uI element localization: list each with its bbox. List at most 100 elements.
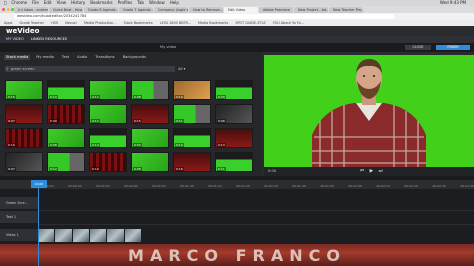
media-thumbnail[interactable]: 0:12 (47, 152, 85, 172)
breadcrumb-resources[interactable]: LINKED RESOURCES (31, 37, 67, 41)
track-divider (38, 210, 474, 211)
video-clip[interactable] (38, 229, 141, 242)
media-thumbnail[interactable]: 0:20 (215, 80, 253, 100)
timeline-tick: 00:00:50 (152, 184, 166, 188)
close-button[interactable]: CLOSE (405, 45, 431, 50)
media-thumbnail[interactable]: 0:08 (47, 128, 85, 148)
video-preview[interactable] (264, 55, 474, 167)
playhead-line (38, 188, 39, 266)
timeline-ticks: 00:00:1000:00:2000:00:3000:00:4000:00:50… (40, 184, 474, 188)
thumbnail-duration: 0:14 (91, 143, 100, 147)
thumbnail-duration: 0:15 (7, 95, 16, 99)
thumbnail-duration: 0:08 (133, 95, 142, 99)
media-thumbnail[interactable]: 0:16 (173, 152, 211, 172)
tab-text[interactable]: Text (60, 55, 71, 60)
timeline-tick: 00:00:30 (96, 184, 110, 188)
media-thumbnail[interactable]: 0:12 (89, 104, 127, 124)
thumbnail-duration: 0:12 (49, 167, 58, 171)
search-icon: ⚲ (6, 67, 9, 71)
thumbnail-duration: 0:10 (7, 143, 16, 147)
bookmark[interactable]: HSS (51, 21, 58, 25)
thumbnail-duration: 0:12 (91, 95, 100, 99)
thumbnail-duration: 0:11 (217, 167, 226, 171)
media-thumbnail[interactable]: 0:10 (173, 128, 211, 148)
thumbnail-duration: 0:07 (7, 119, 16, 123)
timeline-tick: 00:00:20 (68, 184, 82, 188)
timeline-tick: 00:01:40 (292, 184, 306, 188)
thumbnail-duration: 0:10 (175, 143, 184, 147)
track-header[interactable]: Green Scre... (0, 197, 38, 210)
media-thumbnail[interactable]: 0:09 (131, 128, 169, 148)
media-filter-select[interactable]: All ▾ (178, 66, 185, 72)
bookmark[interactable]: LESS 1600 BEER... (160, 21, 191, 25)
media-thumbnail[interactable]: 0:11 (173, 104, 211, 124)
bookmark[interactable]: YOU About Yo Fo... (273, 21, 304, 25)
thumbnail-duration: 0:12 (91, 119, 100, 123)
close-window-icon[interactable] (2, 8, 5, 11)
tab-transitions[interactable]: Transitions (93, 55, 116, 60)
bookmark[interactable]: Slack Bookmarks (124, 21, 153, 25)
bookmark[interactable]: SPOT GUIDE-STLE (235, 21, 265, 25)
browser-tabstrip: (n) Inbox - andrewco... Quick Beat - How… (0, 6, 474, 13)
media-thumbnail[interactable]: 0:15 (5, 80, 43, 100)
zoom-window-icon[interactable] (11, 8, 14, 11)
media-thumbnail[interactable]: 0:07 (5, 104, 43, 124)
filter-label: All (178, 67, 183, 71)
breadcrumb: MY VIDEO LINKED RESOURCES (6, 37, 67, 42)
chevron-down-icon: ▾ (183, 67, 186, 71)
media-thumbnail[interactable]: 0:10 (173, 80, 211, 100)
breadcrumb-my-video[interactable]: MY VIDEO (6, 37, 24, 41)
media-thumbnail[interactable]: 0:10 (47, 80, 85, 100)
thumbnail-duration: 0:11 (175, 119, 184, 123)
media-thumbnail[interactable]: 0:14 (89, 128, 127, 148)
timeline-tick: 00:02:00 (348, 184, 362, 188)
media-thumbnail[interactable]: 0:10 (5, 128, 43, 148)
media-thumbnail[interactable]: 0:09 (47, 104, 85, 124)
media-thumbnail[interactable]: 0:12 (89, 80, 127, 100)
media-thumbnail[interactable]: 0:07 (5, 152, 43, 172)
thumbnail-duration: 0:09 (133, 143, 142, 147)
bookmark[interactable]: Media Bookmarks (198, 21, 228, 25)
track-header[interactable]: Text 1 (0, 211, 38, 224)
media-tabs: Stock media My media Text Audio Transiti… (4, 55, 148, 60)
media-thumbnail[interactable]: 0:13 (215, 128, 253, 148)
bookmark[interactable]: Media Production... (84, 21, 117, 25)
bookmark[interactable]: Apps (4, 21, 12, 25)
media-thumbnail[interactable]: 0:08 (131, 80, 169, 100)
media-search-input[interactable]: green screen (5, 66, 175, 72)
tab-stock-media[interactable]: Stock media (4, 55, 31, 60)
finish-button[interactable]: FINISH (436, 45, 470, 50)
url-field[interactable]: wevideo.com/hub#editor/2034241784 (14, 14, 394, 19)
track-header[interactable]: Video 1 (0, 229, 38, 242)
media-thumbnail[interactable]: 0:11 (215, 152, 253, 172)
media-thumbnail[interactable]: 0:06 (215, 104, 253, 124)
media-grid: 0:15 0:10 0:12 0:08 0:10 0:20 0:07 0:09 0:12 0:15… (5, 80, 260, 172)
app-header (0, 26, 474, 36)
play-controls[interactable]: ⏮ ▶ ⏭ (360, 168, 385, 175)
timeline-tick: 00:02:20 (404, 184, 418, 188)
timeline-tick: 00:01:20 (236, 184, 250, 188)
address-bar: wevideo.com/hub#editor/2034241784 (0, 13, 474, 20)
tab-audio[interactable]: Audio (75, 55, 89, 60)
minimize-window-icon[interactable] (6, 8, 10, 11)
thumbnail-duration: 0:16 (175, 167, 184, 171)
timeline-tick: 00:02:30 (432, 184, 446, 188)
playhead[interactable]: 00:00 (31, 180, 47, 188)
thumbnail-duration: 0:13 (217, 143, 226, 147)
thumbnail-duration: 0:06 (217, 119, 226, 123)
media-thumbnail[interactable]: 0:10 (89, 152, 127, 172)
track-divider (38, 224, 474, 225)
bookmark[interactable]: Grade Teacher (19, 21, 44, 25)
project-title[interactable]: My video (160, 45, 176, 49)
tab-backgrounds[interactable]: Backgrounds (121, 55, 148, 60)
app-logo[interactable]: weVideo (6, 27, 39, 35)
timeline-tick: 00:02:40 (460, 184, 474, 188)
timeline-tick: 00:01:10 (208, 184, 222, 188)
media-thumbnail[interactable]: 0:15 (131, 104, 169, 124)
timeline-tick: 00:01:00 (180, 184, 194, 188)
media-thumbnail[interactable]: 0:08 (131, 152, 169, 172)
tab-my-media[interactable]: My media (34, 55, 56, 60)
thumbnail-duration: 0:10 (175, 95, 184, 99)
bookmark[interactable]: Nexus! (65, 21, 77, 25)
timeline-tick: 00:02:10 (376, 184, 390, 188)
